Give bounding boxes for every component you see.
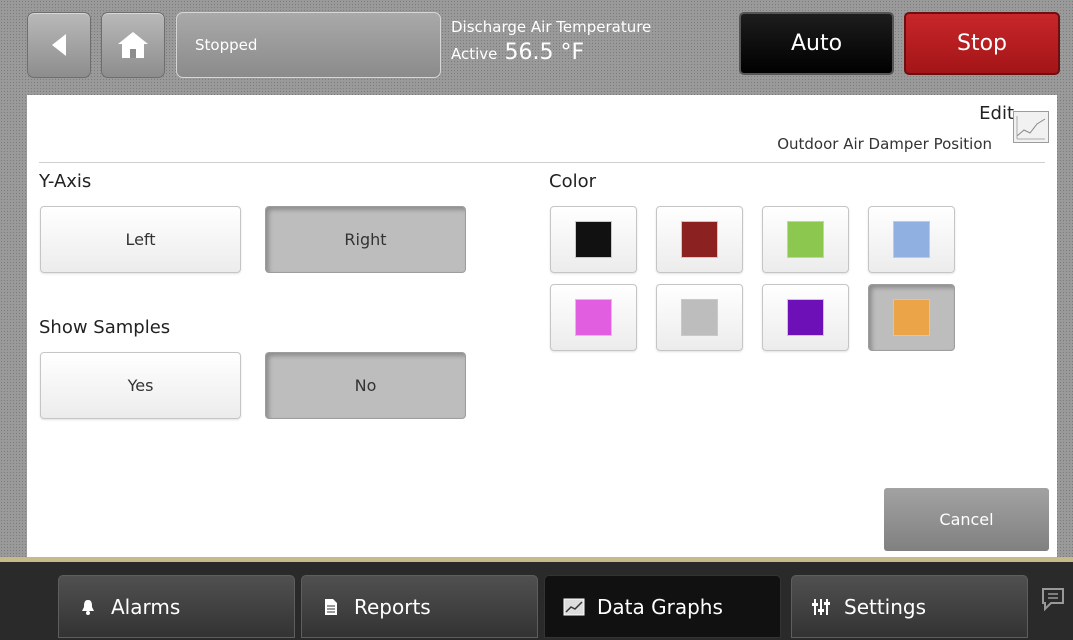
color-swatch <box>575 221 612 258</box>
color-swatch-button[interactable] <box>762 206 849 273</box>
y-axis-label: Y-Axis <box>39 171 92 192</box>
status-text: Stopped <box>195 36 258 54</box>
color-swatch-button[interactable] <box>868 206 955 273</box>
color-swatch <box>787 221 824 258</box>
tab-alarms[interactable]: Alarms <box>58 575 295 638</box>
color-swatch <box>575 299 612 336</box>
graph-icon <box>561 598 587 616</box>
tab-reports-label: Reports <box>354 594 431 619</box>
color-swatch <box>787 299 824 336</box>
sliders-icon <box>808 598 834 616</box>
point-value: 56.5 °F <box>504 40 585 65</box>
show-samples-no-button[interactable]: No <box>265 352 466 419</box>
color-swatch-button[interactable] <box>550 206 637 273</box>
color-swatch <box>893 299 930 336</box>
point-state: Active <box>451 45 498 63</box>
bottom-nav: Alarms Reports Data Graphs Settings <box>0 557 1073 640</box>
back-button[interactable] <box>27 12 91 78</box>
tab-reports[interactable]: Reports <box>301 575 538 638</box>
point-name: Discharge Air Temperature <box>451 18 652 36</box>
tab-data-graphs[interactable]: Data Graphs <box>544 575 781 638</box>
color-swatch <box>681 221 718 258</box>
color-swatch <box>893 221 930 258</box>
point-value-line: Active 56.5 °F <box>451 40 584 65</box>
edit-panel: Edit Outdoor Air Damper Position Y-Axis … <box>27 95 1057 557</box>
status-display: Stopped <box>176 12 441 78</box>
color-swatch-button[interactable] <box>762 284 849 351</box>
color-swatch-button[interactable] <box>868 284 955 351</box>
color-swatch-button[interactable] <box>656 206 743 273</box>
stop-button[interactable]: Stop <box>904 12 1060 75</box>
edit-subtitle: Outdoor Air Damper Position <box>777 135 992 153</box>
color-swatch-button[interactable] <box>550 284 637 351</box>
color-swatch-button[interactable] <box>656 284 743 351</box>
document-icon <box>318 598 344 616</box>
bell-icon <box>75 599 101 615</box>
show-samples-yes-button[interactable]: Yes <box>40 352 241 419</box>
home-icon <box>118 32 148 58</box>
auto-button[interactable]: Auto <box>739 12 894 75</box>
y-axis-right-button[interactable]: Right <box>265 206 466 273</box>
home-button[interactable] <box>101 12 165 78</box>
tab-alarms-label: Alarms <box>111 594 181 619</box>
chat-icon[interactable] <box>1039 585 1067 613</box>
tab-settings[interactable]: Settings <box>791 575 1028 638</box>
show-samples-label: Show Samples <box>39 317 171 338</box>
back-arrow-icon <box>52 34 66 56</box>
y-axis-left-button[interactable]: Left <box>40 206 241 273</box>
color-swatch <box>681 299 718 336</box>
edit-title: Edit <box>979 103 1014 124</box>
cancel-button[interactable]: Cancel <box>884 488 1049 551</box>
tab-settings-label: Settings <box>844 594 927 619</box>
color-label: Color <box>549 171 596 192</box>
line-graph-icon <box>1013 111 1049 143</box>
tab-data-graphs-label: Data Graphs <box>597 594 723 619</box>
header-divider <box>39 162 1045 163</box>
